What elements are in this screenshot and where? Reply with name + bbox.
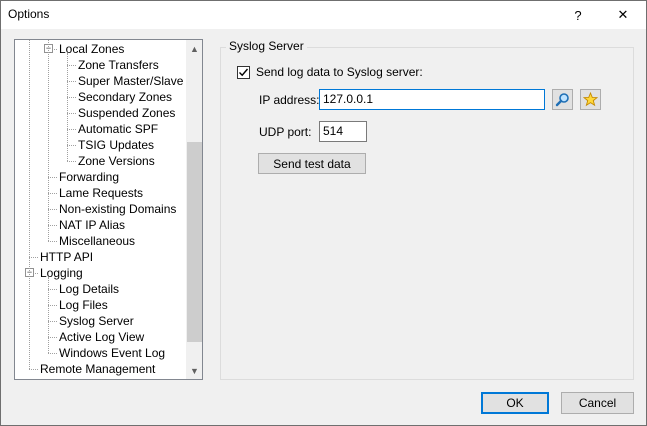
ip-address-input[interactable]: 127.0.0.1 — [319, 89, 545, 110]
tree-guide — [48, 40, 49, 241]
options-tree[interactable]: − Local Zones Zone Transfers Super Master/S… — [14, 39, 203, 380]
tree-item[interactable]: Lame Requests — [59, 185, 143, 201]
tree-item[interactable]: NAT IP Alias — [59, 217, 125, 233]
tree-guide — [29, 40, 30, 369]
tree-item[interactable]: Log Details — [59, 281, 119, 297]
tree-item[interactable]: Syslog Server — [59, 313, 134, 329]
tree-connector — [48, 225, 57, 226]
udp-port-label: UDP port: — [259, 125, 312, 139]
tree-scrollbar[interactable]: ▲ ▼ — [186, 40, 202, 379]
tree-connector — [67, 97, 76, 98]
options-dialog: Options ? ✕ − Local Zones Zone Transfers Su… — [0, 0, 647, 426]
window-title: Options — [8, 7, 50, 21]
tree-connector — [29, 369, 38, 370]
send-log-checkbox[interactable] — [237, 66, 250, 79]
tree-connector — [67, 81, 76, 82]
tree-item[interactable]: Log Files — [59, 297, 108, 313]
tree-item[interactable]: Automatic SPF — [78, 121, 158, 137]
tree-connector — [48, 305, 57, 306]
ip-address-label: IP address: — [259, 93, 320, 107]
scroll-thumb[interactable] — [187, 142, 202, 342]
tree-item[interactable]: Remote Management — [40, 361, 155, 377]
tree-item[interactable]: HTTP API — [40, 249, 93, 265]
close-button[interactable]: ✕ — [602, 1, 644, 29]
star-icon — [583, 92, 598, 107]
tree-connector — [67, 65, 76, 66]
ok-button[interactable]: OK — [481, 392, 549, 414]
tree-item[interactable]: Active Log View — [59, 329, 144, 345]
help-button[interactable]: ? — [557, 1, 599, 29]
tree-item[interactable]: Miscellaneous — [59, 233, 135, 249]
tree-connector — [48, 337, 57, 338]
tree-connector — [67, 129, 76, 130]
send-test-data-button[interactable]: Send test data — [258, 153, 366, 174]
checkmark-icon — [239, 68, 249, 77]
tree-connector — [48, 289, 57, 290]
syslog-group-title: Syslog Server — [226, 39, 307, 53]
tree-item[interactable]: Zone Transfers — [78, 57, 159, 73]
tree-item[interactable]: Forwarding — [59, 169, 119, 185]
tree-guide — [67, 53, 68, 161]
title-bar: Options ? ✕ — [1, 1, 646, 29]
tree-connector — [29, 257, 38, 258]
magnifier-icon — [555, 93, 569, 107]
favorites-button[interactable] — [580, 89, 601, 110]
send-log-label: Send log data to Syslog server: — [256, 65, 423, 79]
tree-item[interactable]: Local Zones — [59, 41, 124, 57]
scroll-up-arrow[interactable]: ▲ — [186, 40, 202, 57]
tree-connector — [48, 321, 57, 322]
tree-connector — [48, 177, 57, 178]
tree-item[interactable]: Secondary Zones — [78, 89, 172, 105]
tree-connector — [67, 145, 76, 146]
lookup-button[interactable] — [552, 89, 573, 110]
tree-item[interactable]: Logging — [40, 265, 83, 281]
scroll-down-arrow[interactable]: ▼ — [186, 362, 202, 379]
tree-item[interactable]: Super Master/Slave — [78, 73, 183, 89]
tree-item[interactable]: Windows Event Log — [59, 345, 165, 361]
tree-connector — [48, 193, 57, 194]
tree-connector — [48, 241, 57, 242]
tree-connector — [48, 209, 57, 210]
tree-item[interactable]: Suspended Zones — [78, 105, 175, 121]
tree-items: − Local Zones Zone Transfers Super Master/S… — [15, 40, 186, 379]
tree-guide — [48, 277, 49, 353]
tree-connector — [67, 161, 76, 162]
tree-item[interactable]: Non-existing Domains — [59, 201, 176, 217]
tree-connector — [67, 113, 76, 114]
cancel-button[interactable]: Cancel — [561, 392, 634, 414]
tree-item[interactable]: Zone Versions — [78, 153, 155, 169]
tree-connector — [48, 353, 57, 354]
udp-port-input[interactable]: 514 — [319, 121, 367, 142]
tree-item[interactable]: TSIG Updates — [78, 137, 154, 153]
